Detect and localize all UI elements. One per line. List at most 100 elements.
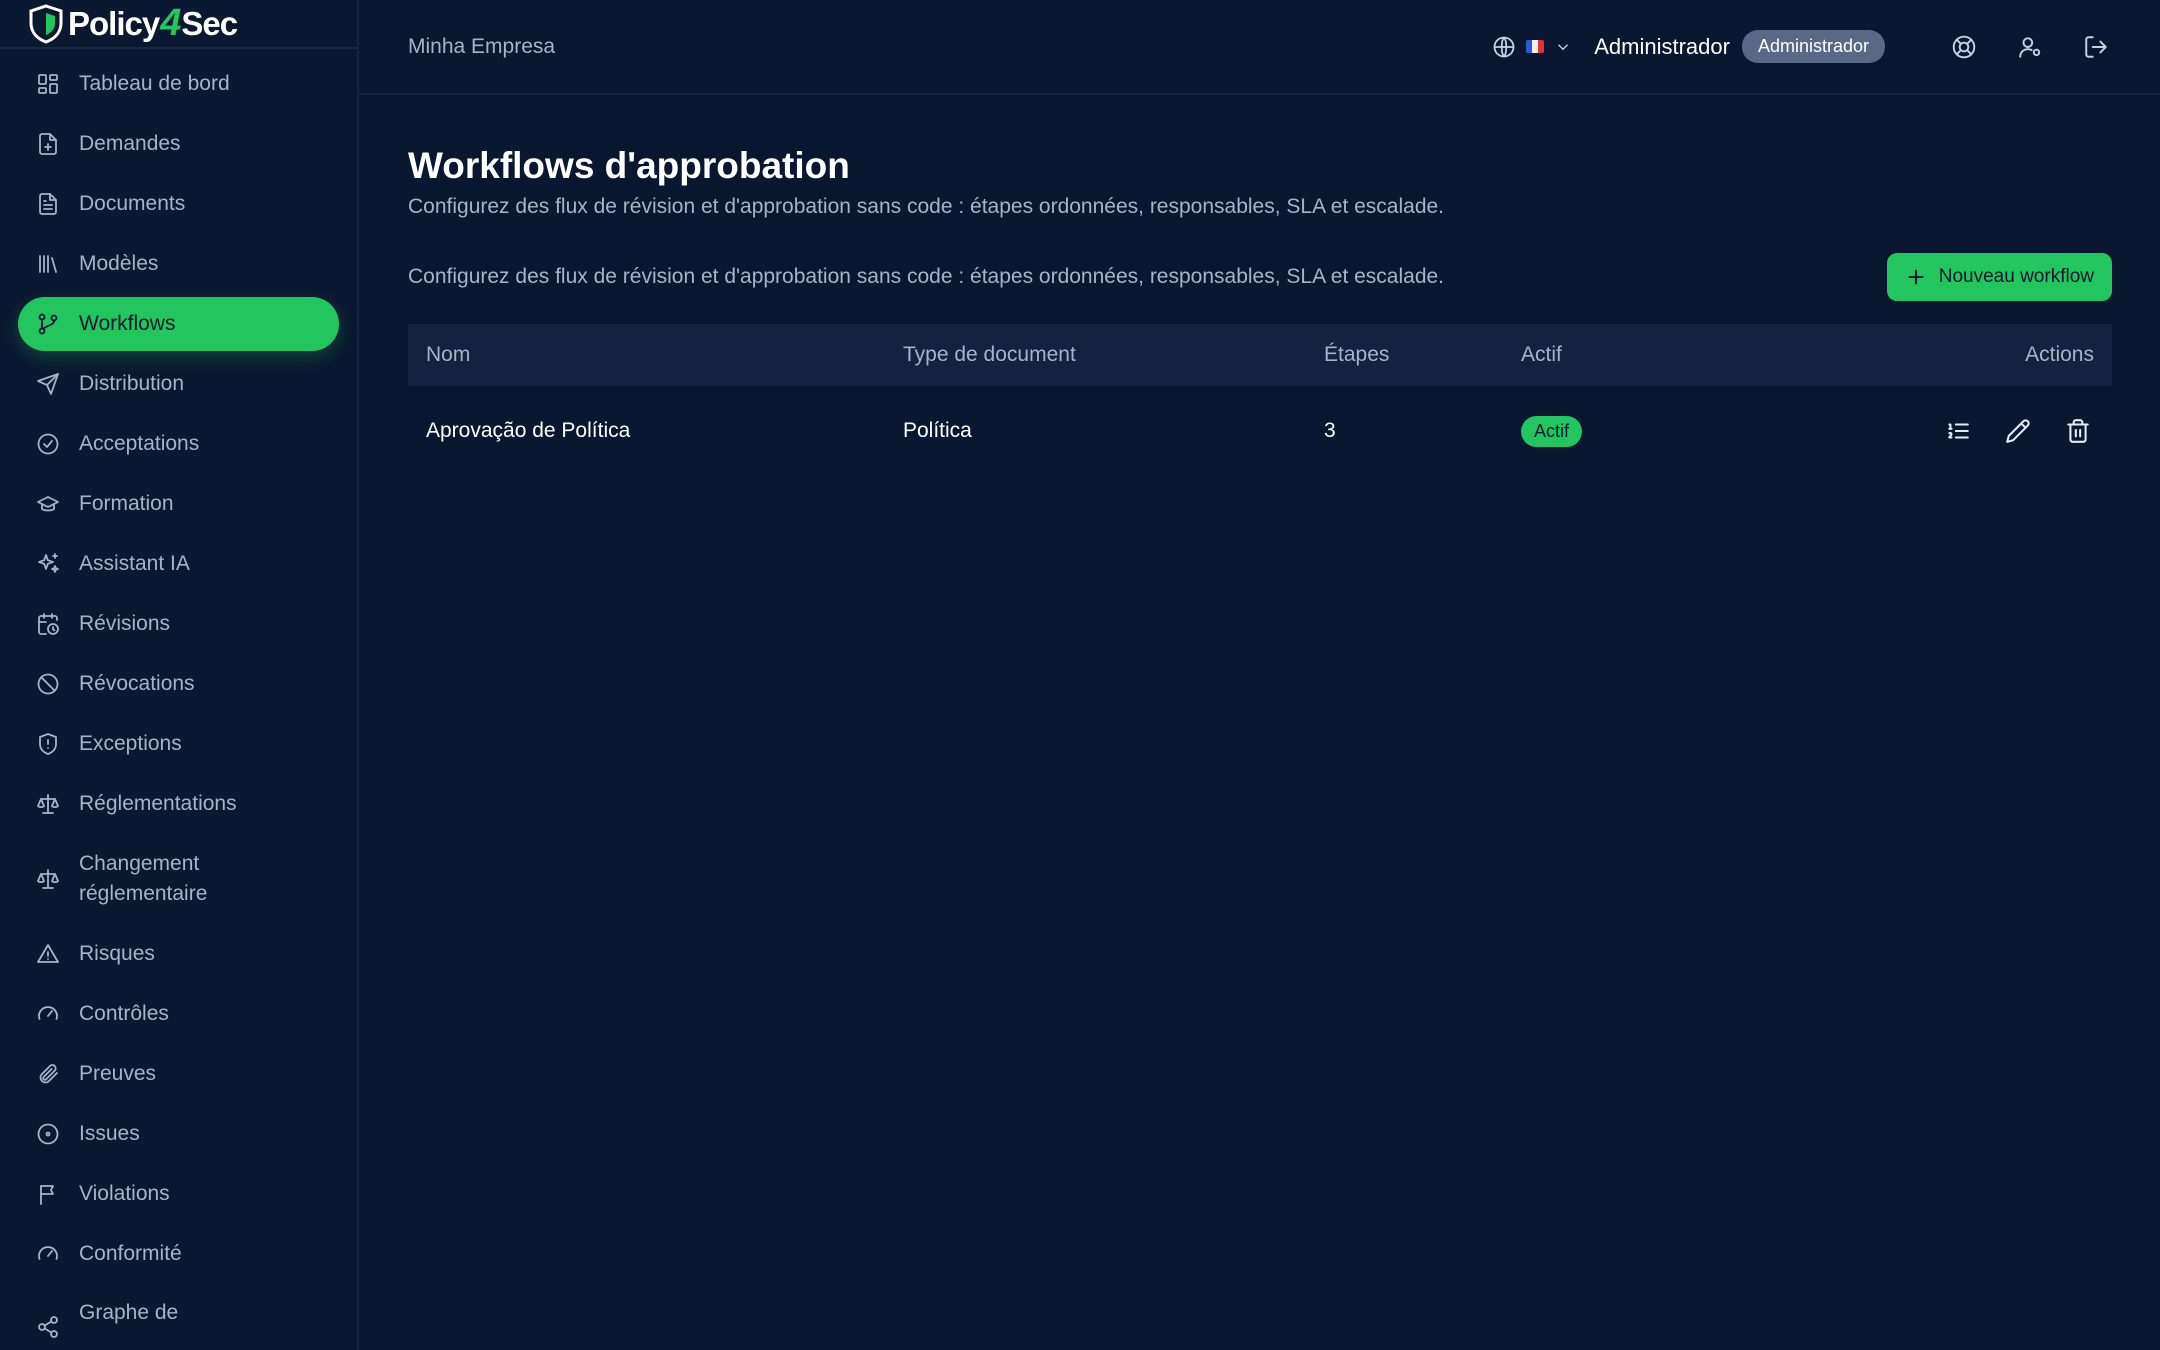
graduation-cap-icon bbox=[36, 492, 60, 516]
column-header-type-document[interactable]: Type de document bbox=[885, 324, 1306, 386]
pencil-icon bbox=[2006, 419, 2030, 443]
gauge-icon bbox=[36, 1242, 60, 1266]
sidebar-item-label: Documents bbox=[79, 192, 186, 215]
sidebar-item-assistant-ia[interactable]: Assistant IA bbox=[18, 537, 339, 591]
shield-alert-icon bbox=[36, 732, 60, 756]
sidebar-item-formation[interactable]: Formation bbox=[18, 477, 339, 531]
sidebar-item-workflows[interactable]: Workflows bbox=[18, 297, 339, 351]
app-root: Policy 4 Sec Tableau de bord Demandes Docu… bbox=[0, 0, 2160, 1350]
sidebar-item-label: Révocations bbox=[79, 672, 195, 695]
help-button[interactable] bbox=[1949, 32, 1979, 62]
sidebar-item-modeles[interactable]: Modèles bbox=[18, 237, 339, 291]
log-out-icon bbox=[2085, 35, 2107, 58]
column-header-actif[interactable]: Actif bbox=[1503, 324, 1692, 386]
column-header-etapes[interactable]: Étapes bbox=[1306, 324, 1503, 386]
brand-name: Policy 4 Sec bbox=[68, 2, 238, 44]
workflow-doc-type: Política bbox=[903, 419, 972, 442]
edit-button[interactable] bbox=[2002, 415, 2034, 447]
workflow-status-cell: Actif bbox=[1503, 386, 1692, 476]
sidebar-item-label: Preuves bbox=[79, 1062, 157, 1085]
calendar-clock-icon bbox=[36, 612, 60, 636]
status-badge: Actif bbox=[1521, 415, 1583, 447]
sidebar-item-label: Changement réglementaire bbox=[79, 852, 208, 905]
file-plus-icon bbox=[36, 132, 60, 156]
sidebar-item-demandes[interactable]: Demandes bbox=[18, 117, 339, 171]
sidebar-item-label: Issues bbox=[79, 1122, 140, 1145]
brand-logo[interactable]: Policy 4 Sec bbox=[0, 0, 357, 49]
sidebar-item-label: Distribution bbox=[79, 372, 185, 395]
life-buoy-icon bbox=[1952, 35, 1976, 58]
sidebar-item-label: Contrôles bbox=[79, 1002, 169, 1025]
new-workflow-button[interactable]: Nouveau workflow bbox=[1886, 253, 2112, 301]
sidebar-item-tableau-de-bord[interactable]: Tableau de bord bbox=[18, 57, 339, 111]
globe-icon bbox=[1493, 36, 1515, 57]
page-title: Workflows d'approbation bbox=[408, 145, 850, 186]
sidebar-item-conformite[interactable]: Conformité bbox=[18, 1227, 339, 1281]
sidebar-item-label: Conformité bbox=[79, 1242, 182, 1265]
table-header-row: Nom Type de document Étapes Actif Action… bbox=[408, 324, 2112, 386]
sidebar-item-changement-reglementaire[interactable]: Changement réglementaire bbox=[18, 837, 339, 921]
list-ordered-icon bbox=[1948, 423, 1969, 439]
top-bar: Minha Empresa Administrador Administrado… bbox=[359, 0, 2160, 95]
trash-icon bbox=[2067, 419, 2089, 443]
sidebar-item-issues[interactable]: Issues bbox=[18, 1107, 339, 1161]
share-icon bbox=[36, 1315, 60, 1339]
user-name: Administrador bbox=[1594, 33, 1730, 59]
warning-triangle-icon bbox=[36, 942, 60, 966]
toolbar: Configurez des flux de révision et d'app… bbox=[408, 253, 2112, 301]
sidebar-item-label: Workflows bbox=[79, 312, 176, 335]
gauge-icon bbox=[36, 1002, 60, 1026]
sidebar: Policy 4 Sec Tableau de bord Demandes Docu… bbox=[0, 0, 359, 1350]
sidebar-item-reglementations[interactable]: Réglementations bbox=[18, 777, 339, 831]
new-workflow-label: Nouveau workflow bbox=[1938, 266, 2094, 287]
library-icon bbox=[36, 252, 60, 276]
check-circle-icon bbox=[36, 432, 60, 456]
company-name: Minha Empresa bbox=[408, 34, 556, 58]
sidebar-item-violations[interactable]: Violations bbox=[18, 1167, 339, 1221]
sidebar-item-label: Révisions bbox=[79, 612, 171, 635]
workflow-actions bbox=[1692, 386, 2112, 476]
sidebar-item-label: Exceptions bbox=[79, 732, 182, 755]
sidebar-item-revocations[interactable]: Révocations bbox=[18, 657, 339, 711]
workflow-name: Aprovação de Política bbox=[426, 419, 631, 442]
view-steps-button[interactable] bbox=[1942, 415, 1974, 447]
circle-dot-icon bbox=[36, 1122, 60, 1146]
sidebar-item-documents[interactable]: Documents bbox=[18, 177, 339, 231]
logout-button[interactable] bbox=[2081, 32, 2111, 62]
scale-icon bbox=[36, 792, 60, 816]
top-bar-actions: Administrador Administrador bbox=[1492, 30, 2111, 63]
main-area: Minha Empresa Administrador Administrado… bbox=[359, 0, 2160, 1350]
language-selector[interactable] bbox=[1492, 35, 1572, 59]
sidebar-item-distribution[interactable]: Distribution bbox=[18, 357, 339, 411]
sidebar-nav: Tableau de bord Demandes Documents Modèl… bbox=[0, 57, 357, 1350]
sidebar-item-graphe[interactable]: Graphe de bbox=[18, 1287, 339, 1350]
profile-button[interactable] bbox=[2015, 32, 2045, 62]
sidebar-item-acceptations[interactable]: Acceptations bbox=[18, 417, 339, 471]
sidebar-item-risques[interactable]: Risques bbox=[18, 927, 339, 981]
plus-icon bbox=[1908, 269, 1924, 285]
user-settings-icon bbox=[2019, 36, 2041, 58]
flag-fr-icon bbox=[1526, 40, 1545, 53]
column-header-actions: Actions bbox=[2025, 343, 2094, 366]
workflows-table: Nom Type de document Étapes Actif Action… bbox=[408, 324, 2112, 476]
sidebar-item-label: Demandes bbox=[79, 132, 181, 155]
sidebar-item-preuves[interactable]: Preuves bbox=[18, 1047, 339, 1101]
send-icon bbox=[36, 372, 60, 396]
table-row[interactable]: Aprovação de Política Política 3 Actif bbox=[408, 386, 2112, 476]
sidebar-item-label: Tableau de bord bbox=[79, 72, 230, 95]
delete-button[interactable] bbox=[2062, 415, 2094, 447]
column-header-nom[interactable]: Nom bbox=[408, 324, 885, 386]
document-icon bbox=[36, 192, 60, 216]
sidebar-item-label: Violations bbox=[79, 1182, 170, 1205]
sidebar-item-label: Modèles bbox=[79, 252, 159, 275]
page-subtitle: Configurez des flux de révision et d'app… bbox=[408, 195, 1445, 218]
scale-icon bbox=[36, 867, 60, 891]
sidebar-item-label: Formation bbox=[79, 492, 174, 515]
sidebar-item-exceptions[interactable]: Exceptions bbox=[18, 717, 339, 771]
shield-logo-icon bbox=[29, 3, 63, 44]
sidebar-item-controles[interactable]: Contrôles bbox=[18, 987, 339, 1041]
sidebar-item-revisions[interactable]: Révisions bbox=[18, 597, 339, 651]
role-badge: Administrador bbox=[1741, 30, 1885, 63]
toolbar-description: Configurez des flux de révision et d'app… bbox=[408, 265, 1445, 288]
sidebar-item-label: Graphe de bbox=[79, 1301, 179, 1324]
